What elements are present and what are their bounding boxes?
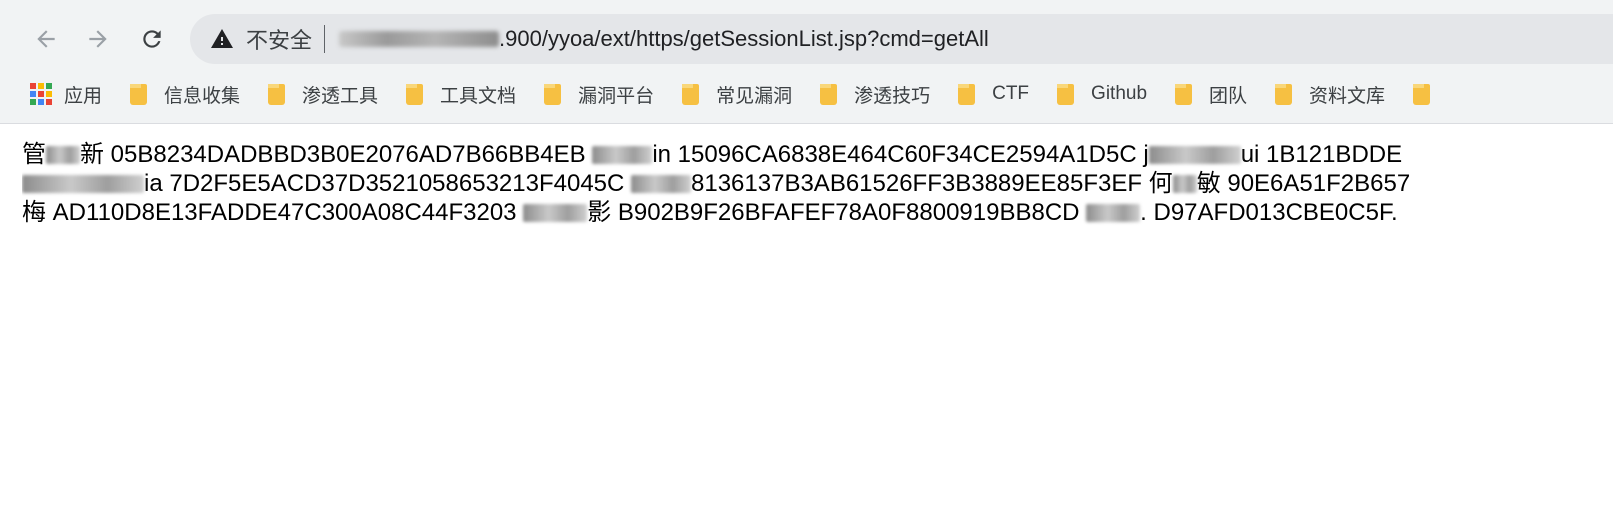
- bookmark-label: 资料文库: [1309, 85, 1386, 107]
- folder-icon: [406, 83, 424, 105]
- folder-icon: [1275, 83, 1293, 105]
- bookmark-label: 应用: [64, 85, 103, 107]
- bookmark-label: 渗透技巧: [854, 85, 931, 107]
- redacted-name: [1148, 146, 1241, 164]
- address-bar[interactable]: 不安全 .900/yyoa/ext/https/getSessionList.j…: [190, 14, 1613, 64]
- session-text: in 15096CA6838E464C60F34CE2594A1D5C j: [652, 141, 1149, 168]
- folder-icon: [268, 83, 286, 105]
- session-line: ia 7D2F5E5ACD37D3521058653213F4045C 8136…: [22, 169, 1613, 198]
- session-line: 梅 AD110D8E13FADDE47C300A08C44F3203 影 B90…: [22, 198, 1613, 227]
- address-separator: [324, 25, 326, 53]
- bookmark-label: CTF: [992, 83, 1030, 104]
- session-text: 梅 AD110D8E13FADDE47C300A08C44F3203: [22, 199, 517, 226]
- arrow-right-icon: [89, 30, 107, 48]
- bookmark-folder[interactable]: 资料文库: [1275, 81, 1385, 108]
- bookmark-folder-partial[interactable]: [1413, 83, 1447, 105]
- redacted-host: [339, 31, 500, 47]
- browser-chrome: 不安全 .900/yyoa/ext/https/getSessionList.j…: [0, 0, 1613, 124]
- bookmark-apps[interactable]: 应用: [30, 81, 102, 108]
- bookmark-folder[interactable]: CTF: [958, 83, 1029, 105]
- arrow-left-icon: [37, 30, 55, 48]
- redacted-name: [631, 175, 692, 193]
- bookmarks-bar: 应用 信息收集 渗透工具 工具文档 漏洞平台 常见漏洞 渗透技巧 CTF Git…: [30, 76, 1613, 112]
- session-text: 敏 90E6A51F2B657: [1196, 170, 1411, 197]
- apps-grid-icon: [30, 83, 52, 105]
- session-text: 新 05B8234DADBBD3B0E2076AD7B66BB4EB: [80, 141, 586, 168]
- reload-icon: [143, 30, 161, 48]
- bookmark-label: 信息收集: [164, 85, 241, 107]
- redacted-name: [46, 146, 80, 164]
- reload-button[interactable]: [132, 19, 172, 59]
- bookmark-folder[interactable]: 工具文档: [406, 81, 516, 108]
- page-content: 管 新 05B8234DADBBD3B0E2076AD7B66BB4EB in 1…: [22, 140, 1613, 227]
- redacted-name: [592, 146, 653, 164]
- bookmark-label: Github: [1091, 83, 1148, 104]
- redacted-name: [1086, 204, 1141, 222]
- warning-triangle-icon[interactable]: [210, 26, 236, 52]
- bookmark-label: 常见漏洞: [716, 85, 793, 107]
- bookmark-folder[interactable]: 漏洞平台: [544, 81, 654, 108]
- bookmark-label: 漏洞平台: [578, 85, 655, 107]
- session-text: ia 7D2F5E5ACD37D3521058653213F4045C: [144, 170, 625, 197]
- bookmark-folder[interactable]: 团队: [1175, 81, 1247, 108]
- folder-icon: [1175, 83, 1193, 105]
- bookmark-folder[interactable]: 信息收集: [130, 81, 240, 108]
- folder-icon: [958, 83, 976, 105]
- nav-row: 不安全 .900/yyoa/ext/https/getSessionList.j…: [0, 14, 1613, 64]
- back-button[interactable]: [26, 19, 66, 59]
- redacted-name: [22, 175, 144, 193]
- folder-icon: [820, 83, 838, 105]
- url-text[interactable]: .900/yyoa/ext/https/getSessionList.jsp?c…: [499, 26, 989, 52]
- session-text: 8136137B3AB61526FF3B3889EE85F3EF 何: [691, 170, 1173, 197]
- folder-icon: [130, 83, 148, 105]
- bookmark-label: 工具文档: [440, 85, 517, 107]
- bookmark-label: 团队: [1209, 85, 1248, 107]
- bookmark-folder[interactable]: 渗透工具: [268, 81, 378, 108]
- session-text: 管: [22, 141, 46, 168]
- folder-icon: [1413, 83, 1431, 105]
- session-text: 影 B902B9F26BFAFEF78A0F8800919BB8CD: [587, 199, 1080, 226]
- redacted-name: [1172, 175, 1197, 193]
- session-text: ui 1B121BDDE: [1240, 141, 1403, 168]
- folder-icon: [1057, 83, 1075, 105]
- session-line: 管 新 05B8234DADBBD3B0E2076AD7B66BB4EB in 1…: [22, 140, 1613, 169]
- folder-icon: [544, 83, 562, 105]
- session-text: . D97AFD013CBE0C5F.: [1140, 199, 1398, 226]
- redacted-name: [523, 204, 588, 222]
- bookmark-folder[interactable]: Github: [1057, 83, 1147, 105]
- security-status-label[interactable]: 不安全: [246, 23, 312, 55]
- bookmark-label: 渗透工具: [302, 85, 379, 107]
- forward-button[interactable]: [78, 19, 118, 59]
- folder-icon: [682, 83, 700, 105]
- bookmark-folder[interactable]: 渗透技巧: [820, 81, 930, 108]
- bookmark-folder[interactable]: 常见漏洞: [682, 81, 792, 108]
